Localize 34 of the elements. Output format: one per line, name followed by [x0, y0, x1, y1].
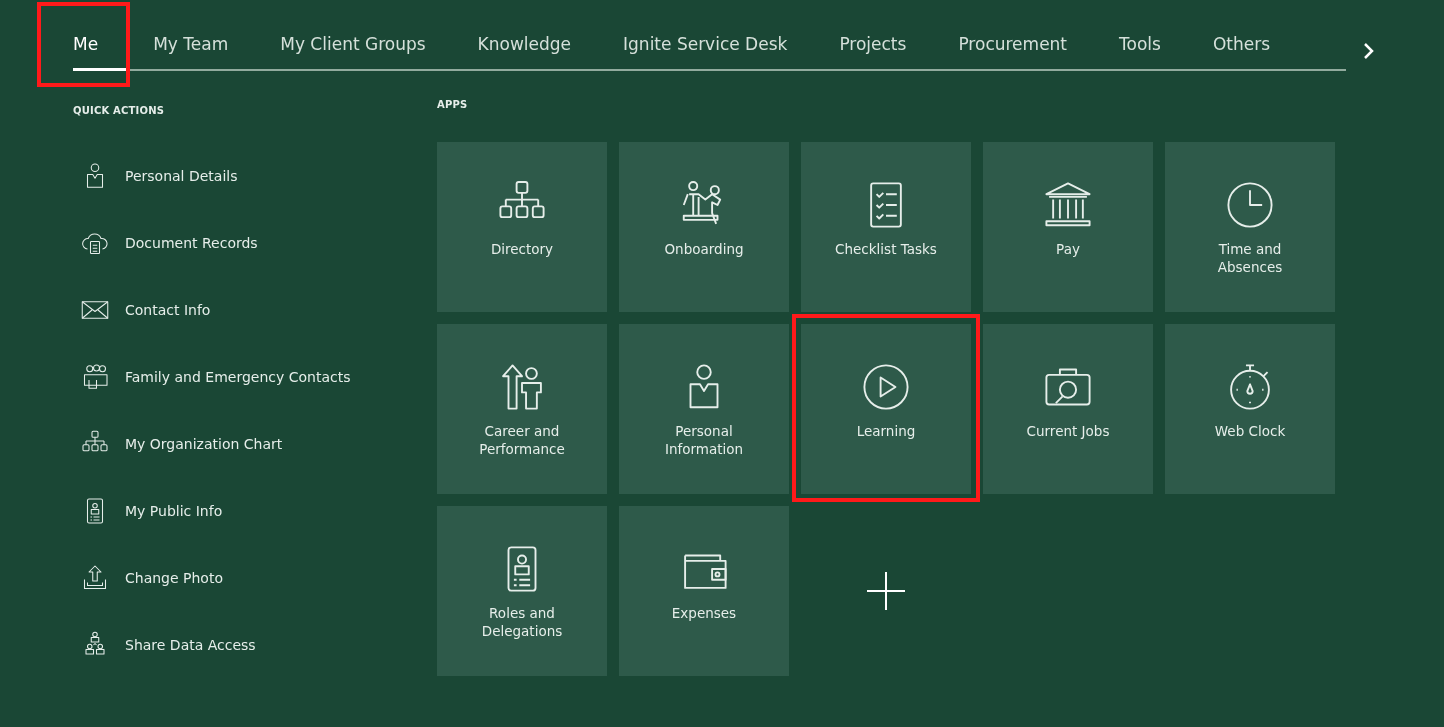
quick-action-link[interactable]: Share Data Access [73, 611, 437, 678]
nav-tab[interactable]: Tools [1119, 20, 1161, 71]
app-tile[interactable]: Career and Performance [437, 324, 607, 494]
quick-action-link[interactable]: Document Records [73, 209, 437, 276]
quick-action-link[interactable]: Family and Emergency Contacts [73, 343, 437, 410]
section-heading: APPS [437, 99, 469, 110]
app-tile[interactable]: Learning [801, 324, 971, 494]
section-heading: QUICK ACTIONS [73, 105, 165, 116]
app-tile[interactable]: Pay [983, 142, 1153, 312]
app-tile[interactable]: Directory [437, 142, 607, 312]
app-tile[interactable]: Web Clock [1165, 324, 1335, 494]
nav-tab[interactable]: My Team [153, 20, 229, 71]
app-tile[interactable]: Onboarding [619, 142, 789, 312]
app-tile[interactable]: Time and Absences [1165, 142, 1335, 312]
nav-tab[interactable]: Ignite Service Desk [623, 20, 788, 71]
chevron-right-icon [1362, 41, 1376, 61]
quick-action-link[interactable]: My Organization Chart [73, 410, 437, 477]
app-tile[interactable]: Current Jobs [983, 324, 1153, 494]
next-button[interactable] [1362, 41, 1376, 61]
nav-tab[interactable]: Procurement [958, 20, 1068, 71]
plus-icon [866, 571, 906, 611]
nav-tab[interactable]: Others [1212, 20, 1271, 71]
nav-tab[interactable]: Me [73, 20, 127, 71]
nav-tab[interactable]: My Client Groups [280, 20, 426, 71]
app-tile[interactable]: Personal Information [619, 324, 789, 494]
app-tile[interactable]: Roles and Delegations [437, 506, 607, 676]
app-tile[interactable]: Expenses [619, 506, 789, 676]
app-tile[interactable]: Checklist Tasks [801, 142, 971, 312]
nav-tab[interactable]: Knowledge [477, 20, 572, 71]
nav-tab[interactable]: Projects [839, 20, 907, 71]
quick-action-link[interactable]: Change Photo [73, 544, 437, 611]
quick-action-link[interactable]: Contact Info [73, 276, 437, 343]
quick-action-link[interactable]: Personal Details [73, 142, 437, 209]
quick-action-link[interactable]: My Public Info [73, 477, 437, 544]
